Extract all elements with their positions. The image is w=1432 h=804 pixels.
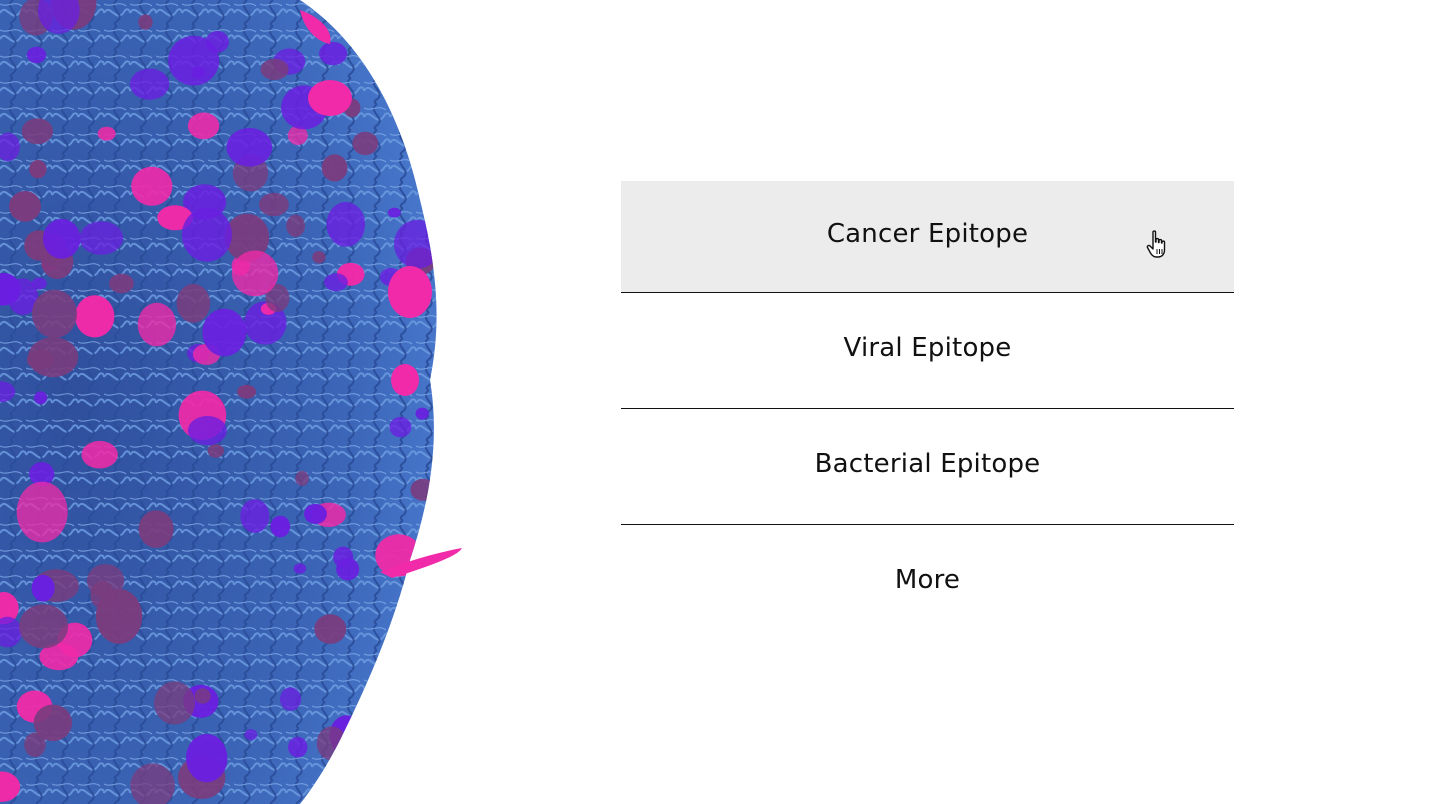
cell-blob-shape — [400, 622, 437, 663]
cell-blob-shape — [181, 207, 232, 262]
edge-blob-shape — [391, 364, 419, 396]
cell-blob-shape — [42, 218, 81, 259]
cell-blob-shape — [194, 688, 211, 704]
cell-blob-shape — [109, 273, 134, 294]
cell-blob-shape — [319, 41, 348, 66]
cell-blob-shape — [34, 391, 48, 405]
cell-blob-shape — [286, 214, 305, 237]
menu-item-label: Viral Epitope — [843, 332, 1012, 363]
cell-blob-shape — [31, 277, 47, 290]
menu-item-viral-epitope[interactable]: Viral Epitope — [621, 293, 1234, 409]
cell-blob-shape — [237, 384, 257, 399]
cell-blob-shape — [137, 302, 177, 347]
cell-blob-shape — [405, 50, 437, 84]
menu-item-label: More — [894, 564, 961, 595]
cell-blob-shape — [415, 710, 437, 727]
menu-item-more[interactable]: More — [621, 525, 1234, 640]
hand-pointer-icon — [1146, 230, 1166, 258]
menu-item-label: Cancer Epitope — [826, 218, 1029, 249]
cell-blob-shape — [26, 349, 54, 370]
cell-blob-shape — [32, 289, 77, 338]
cell-blob-shape — [394, 219, 437, 269]
cell-blob-shape — [382, 72, 411, 96]
page: Cancer Epitope Viral Epitope Bacterial E… — [0, 0, 1432, 804]
cell-blob-shape — [131, 166, 173, 206]
cell-blob-shape — [240, 499, 270, 533]
cell-blob-shape — [355, 753, 384, 781]
cell-blob-shape — [389, 416, 412, 438]
cell-blob-shape — [376, 746, 404, 779]
cell-blob-shape — [97, 126, 116, 141]
cell-blob-shape — [79, 221, 124, 255]
virus-cell-illustration — [0, 0, 470, 804]
menu-item-bacterial-epitope[interactable]: Bacterial Epitope — [621, 409, 1234, 525]
cell-blob-shape — [312, 251, 326, 264]
cell-blob-shape — [207, 444, 225, 458]
cell-blob-shape — [260, 58, 289, 80]
cell-blob-shape — [270, 515, 291, 538]
cell-blob-shape — [16, 481, 68, 543]
cell-blob-shape — [333, 546, 354, 568]
cell-blob-shape — [186, 734, 228, 783]
cell-blob-shape — [21, 118, 54, 145]
cell-blob-shape — [279, 687, 302, 711]
cell-blob-shape — [410, 478, 436, 501]
cell-blob-shape — [19, 604, 69, 649]
edge-blob-shape — [308, 80, 352, 116]
cell-blob-shape — [352, 131, 379, 156]
cell-blob-shape — [259, 192, 289, 217]
cell-blob-shape — [176, 283, 211, 323]
cell-blob-shape — [202, 308, 247, 357]
cell-blob-shape — [129, 68, 170, 100]
cell-blob-shape — [295, 470, 309, 486]
cell-blob-shape — [86, 564, 125, 598]
cell-blob-shape — [168, 35, 220, 86]
cell-blob-shape — [420, 136, 437, 149]
cell-blob-shape — [244, 729, 258, 741]
cell-blob-shape — [138, 510, 174, 548]
cell-blob-shape — [9, 191, 41, 222]
cell-blob-shape — [29, 160, 47, 179]
cell-blob-shape — [31, 574, 55, 602]
cell-blob-shape — [316, 726, 347, 761]
cell-blob-shape — [288, 736, 308, 758]
cell-blob-shape — [33, 704, 73, 742]
epitope-menu: Cancer Epitope Viral Epitope Bacterial E… — [621, 181, 1234, 640]
cell-blob-shape — [321, 154, 348, 182]
cell-blob-shape — [154, 681, 195, 725]
cell-blob-shape — [324, 273, 348, 292]
cell-blob-shape — [226, 128, 273, 167]
virus-cell-image — [0, 0, 462, 804]
cell-blob-shape — [326, 202, 366, 247]
cell-blob-shape — [304, 503, 327, 524]
cell-blob-shape — [187, 416, 227, 446]
menu-item-cancer-epitope[interactable]: Cancer Epitope — [621, 181, 1234, 293]
menu-item-label: Bacterial Epitope — [814, 448, 1041, 479]
cell-blob-shape — [138, 14, 153, 30]
cell-blob-shape — [231, 250, 279, 297]
cell-blob-shape — [314, 614, 347, 644]
cell-blob-shape — [405, 0, 431, 13]
cell-blob-shape — [187, 112, 220, 140]
edge-blob-shape — [388, 266, 432, 318]
cell-blob-shape — [415, 407, 429, 420]
cell-blob-shape — [387, 207, 401, 218]
cell-blob-shape — [81, 440, 118, 469]
cell-blob-shape — [75, 295, 115, 338]
cell-blob-shape — [26, 46, 47, 64]
cell-blob-shape — [293, 563, 307, 574]
